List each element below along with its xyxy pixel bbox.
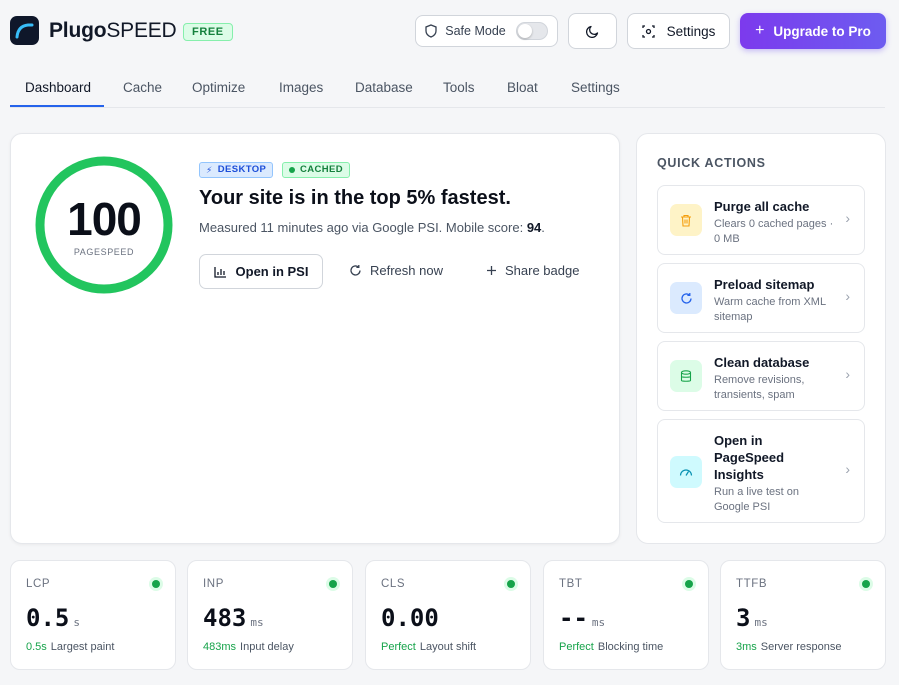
metric-card-tbt: TBT -- ms Perfect Blocking time bbox=[543, 560, 709, 670]
score-value: 100 bbox=[67, 193, 142, 245]
refresh-label: Refresh now bbox=[370, 263, 443, 278]
quick-action-name: Preload sitemap bbox=[714, 277, 815, 292]
refresh-icon bbox=[350, 265, 361, 276]
quick-actions-panel: QUICK ACTIONS Purge all cache Clears 0 c… bbox=[636, 133, 886, 544]
metric-footer: 0.5s Largest paint bbox=[26, 641, 115, 653]
trash-icon bbox=[670, 204, 702, 236]
metric-card-cls: CLS 0.00 Perfect Layout shift bbox=[365, 560, 531, 670]
bolt-icon: ⚡ bbox=[206, 165, 213, 175]
metric-footer: 483ms Input delay bbox=[203, 641, 294, 653]
metric-value: -- ms bbox=[559, 604, 606, 632]
metric-card-lcp: LCP 0.5 s 0.5s Largest paint bbox=[10, 560, 176, 670]
database-icon bbox=[670, 360, 702, 392]
metric-label: LCP bbox=[26, 578, 51, 590]
quick-action-clean-database[interactable]: Clean database Remove revisions, transie… bbox=[657, 341, 865, 411]
tab-dashboard[interactable]: Dashboard bbox=[25, 80, 91, 95]
metric-footer: Perfect Blocking time bbox=[559, 641, 664, 653]
quick-action-open-psi[interactable]: Open in PageSpeed Insights Run a live te… bbox=[657, 419, 865, 523]
open-psi-button[interactable]: Open in PSI bbox=[199, 254, 323, 289]
quick-action-purge-cache[interactable]: Purge all cache Clears 0 cached pages · … bbox=[657, 185, 865, 255]
pagespeed-score-card: 100 PAGESPEED ⚡ DESKTOP CACHED Your site… bbox=[10, 133, 620, 544]
tab-optimize[interactable]: Optimize bbox=[192, 80, 245, 95]
chevron-right-icon: › bbox=[845, 288, 850, 304]
tab-settings[interactable]: Settings bbox=[571, 80, 620, 95]
active-tab-indicator bbox=[10, 105, 104, 107]
mobile-score: 94 bbox=[526, 220, 542, 235]
upgrade-label: Upgrade to Pro bbox=[773, 23, 871, 39]
metric-card-inp: INP 483 ms 483ms Input delay bbox=[187, 560, 353, 670]
metric-label: TBT bbox=[559, 578, 583, 590]
metric-footer: 3ms Server response bbox=[736, 641, 842, 653]
metric-value: 0.5 s bbox=[26, 604, 80, 632]
tab-tools[interactable]: Tools bbox=[443, 80, 475, 95]
chevron-right-icon: › bbox=[845, 461, 850, 477]
app-logo bbox=[10, 16, 39, 45]
quick-actions-title: QUICK ACTIONS bbox=[657, 156, 766, 170]
metric-card-ttfb: TTFB 3 ms 3ms Server response bbox=[720, 560, 886, 670]
quick-action-preload-sitemap[interactable]: Preload sitemap Warm cache from XML site… bbox=[657, 263, 865, 333]
settings-button[interactable]: Settings bbox=[627, 13, 730, 49]
quick-action-desc: Warm cache from XML sitemap bbox=[714, 296, 826, 323]
metric-value: 483 ms bbox=[203, 604, 264, 632]
quick-action-desc: Remove revisions, transients, spam bbox=[714, 374, 805, 401]
moon-icon bbox=[585, 25, 598, 38]
status-dot-icon bbox=[685, 580, 693, 588]
settings-label: Settings bbox=[666, 23, 716, 39]
metric-label: TTFB bbox=[736, 578, 768, 590]
status-dot-icon bbox=[152, 580, 160, 588]
quick-action-name: Open in PageSpeed Insights bbox=[714, 433, 785, 482]
status-dot-icon bbox=[289, 167, 295, 173]
refresh-icon bbox=[670, 282, 702, 314]
quick-action-name: Purge all cache bbox=[714, 199, 810, 214]
app-header: PlugoSPEED FREE Safe Mode Settings + Upg… bbox=[0, 0, 899, 64]
status-dot-icon bbox=[862, 580, 870, 588]
dark-mode-button[interactable] bbox=[568, 13, 617, 49]
quick-action-desc: Run a live test on Google PSI bbox=[714, 486, 799, 513]
tab-images[interactable]: Images bbox=[279, 80, 323, 95]
share-badge-button[interactable]: Share badge bbox=[486, 263, 579, 278]
main-tabs: Dashboard Cache Optimize Images Database… bbox=[10, 68, 885, 108]
quick-action-desc: Clears 0 cached pages · 0 MB bbox=[714, 218, 834, 245]
settings-icon bbox=[641, 24, 655, 38]
refresh-now-button[interactable]: Refresh now bbox=[349, 263, 443, 278]
upgrade-button[interactable]: + Upgrade to Pro bbox=[740, 13, 886, 49]
metric-value: 0.00 bbox=[381, 604, 439, 632]
metric-label: INP bbox=[203, 578, 224, 590]
metric-footer: Perfect Layout shift bbox=[381, 641, 477, 653]
brand-name: PlugoSPEED bbox=[49, 19, 177, 42]
measured-text: Measured 11 minutes ago via Google PSI. … bbox=[199, 220, 545, 235]
tab-cache[interactable]: Cache bbox=[123, 80, 162, 95]
score-headline: Your site is in the top 5% fastest. bbox=[199, 187, 511, 209]
share-label: Share badge bbox=[505, 263, 580, 278]
gauge-icon bbox=[670, 456, 702, 488]
device-badge-label: DESKTOP bbox=[217, 164, 267, 175]
switch-knob bbox=[517, 24, 532, 38]
shield-icon bbox=[425, 24, 437, 38]
metric-label: CLS bbox=[381, 578, 406, 590]
plus-icon: + bbox=[755, 22, 765, 39]
chevron-right-icon: › bbox=[845, 366, 850, 382]
chevron-right-icon: › bbox=[845, 210, 850, 226]
safe-mode-switch[interactable] bbox=[515, 22, 548, 40]
tab-bloat[interactable]: Bloat bbox=[507, 80, 538, 95]
plan-badge: FREE bbox=[183, 23, 233, 41]
plus-icon bbox=[487, 266, 496, 275]
quick-action-name: Clean database bbox=[714, 355, 810, 370]
cached-badge: CACHED bbox=[282, 162, 351, 178]
tab-database[interactable]: Database bbox=[355, 80, 413, 95]
cached-badge-label: CACHED bbox=[300, 164, 344, 175]
status-dot-icon bbox=[329, 580, 337, 588]
safe-mode-label: Safe Mode bbox=[445, 24, 506, 38]
status-dot-icon bbox=[507, 580, 515, 588]
device-badge: ⚡ DESKTOP bbox=[199, 162, 274, 178]
bar-chart-icon bbox=[213, 266, 226, 278]
metric-value: 3 ms bbox=[736, 604, 768, 632]
open-psi-label: Open in PSI bbox=[235, 264, 309, 279]
safe-mode-toggle[interactable]: Safe Mode bbox=[415, 15, 558, 47]
score-label: PAGESPEED bbox=[73, 247, 135, 257]
